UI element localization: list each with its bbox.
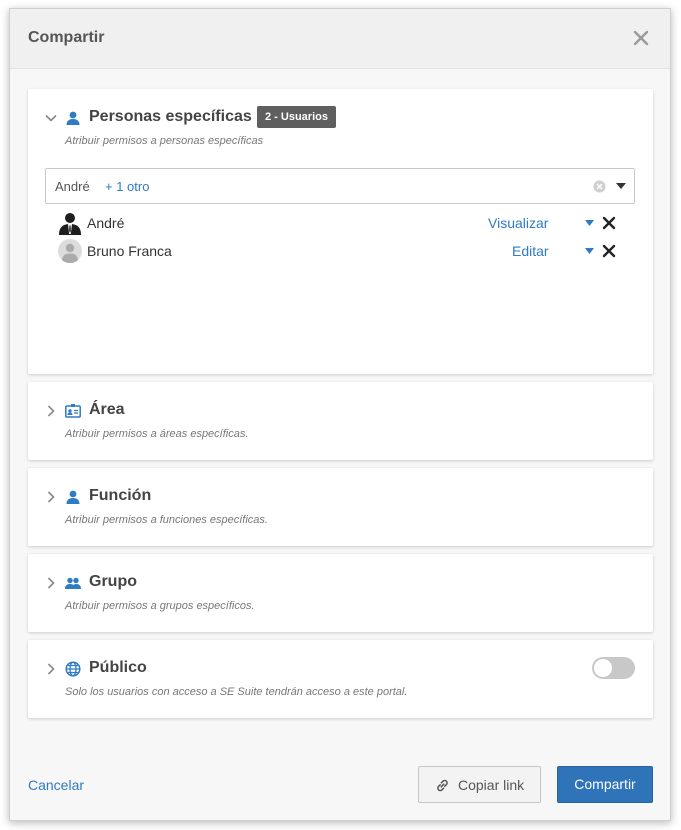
section-subtitle: Atribuir permisos a funciones específica… (65, 514, 268, 526)
avatar (59, 213, 81, 235)
dialog-title: Compartir (28, 29, 105, 46)
chevron-right-icon[interactable] (44, 662, 58, 676)
share-button[interactable]: Compartir (557, 766, 653, 803)
users-count-badge: 2 - Usuarios (257, 106, 336, 128)
section-title: Grupo (89, 573, 137, 590)
people-selector[interactable]: André + 1 otro (45, 168, 635, 204)
section-subtitle: Atribuir permisos a áreas específicas. (65, 428, 249, 440)
section-function[interactable]: Función Atribuir permisos a funciones es… (28, 468, 653, 546)
remove-user-icon[interactable] (602, 216, 616, 230)
chevron-right-icon[interactable] (44, 404, 58, 418)
section-public[interactable]: Público Solo los usuarios con acceso a S… (28, 640, 653, 718)
user-row: Bruno Franca Editar (58, 239, 628, 265)
copy-link-label: Copiar link (458, 777, 525, 793)
more-selected-link[interactable]: + 1 otro (105, 179, 149, 194)
copy-link-button[interactable]: Copiar link (418, 766, 541, 803)
remove-user-icon[interactable] (602, 244, 616, 258)
chevron-right-icon[interactable] (44, 490, 58, 504)
id-card-icon (65, 404, 81, 418)
section-title: Público (89, 659, 147, 676)
section-title: Personas específicas (89, 108, 252, 125)
dialog-body: Personas específicas 2 - Usuarios Atribu… (10, 69, 670, 820)
person-icon (66, 111, 80, 125)
chevron-down-icon[interactable] (585, 248, 594, 254)
section-group[interactable]: Grupo Atribuir permisos a grupos específ… (28, 554, 653, 632)
chevron-down-icon[interactable] (44, 111, 58, 125)
public-toggle[interactable] (592, 657, 635, 679)
section-subtitle: Atribuir permisos a grupos específicos. (65, 600, 255, 612)
dialog-footer: Cancelar Copiar link Compartir (10, 750, 670, 820)
section-specific-people: Personas específicas 2 - Usuarios Atribu… (28, 89, 653, 374)
section-title: Función (89, 487, 152, 504)
permission-dropdown[interactable]: Editar (512, 243, 549, 259)
selected-value: André (55, 179, 90, 194)
clear-icon[interactable] (593, 180, 606, 193)
person-icon (66, 490, 80, 504)
cancel-button[interactable]: Cancelar (28, 777, 84, 793)
dialog-header: Compartir (10, 9, 670, 69)
section-subtitle: Solo los usuarios con acceso a SE Suite … (65, 686, 408, 698)
section-subtitle: Atribuir permisos a personas específicas (65, 135, 264, 147)
user-name: André (87, 215, 125, 231)
dropdown-caret-icon[interactable] (616, 183, 626, 190)
globe-icon (65, 661, 81, 677)
section-area[interactable]: Área Atribuir permisos a áreas específic… (28, 382, 653, 460)
user-name: Bruno Franca (87, 243, 172, 259)
chevron-right-icon[interactable] (44, 576, 58, 590)
chevron-down-icon[interactable] (585, 220, 594, 226)
toggle-knob (594, 659, 612, 677)
user-row: André Visualizar (58, 211, 628, 237)
avatar (58, 239, 82, 263)
section-title: Área (89, 401, 125, 418)
group-icon (65, 577, 81, 589)
close-icon[interactable] (630, 27, 652, 49)
share-dialog: Compartir Personas específicas 2 - Usuar… (9, 8, 671, 821)
link-icon (437, 779, 448, 792)
permission-dropdown[interactable]: Visualizar (488, 215, 548, 231)
